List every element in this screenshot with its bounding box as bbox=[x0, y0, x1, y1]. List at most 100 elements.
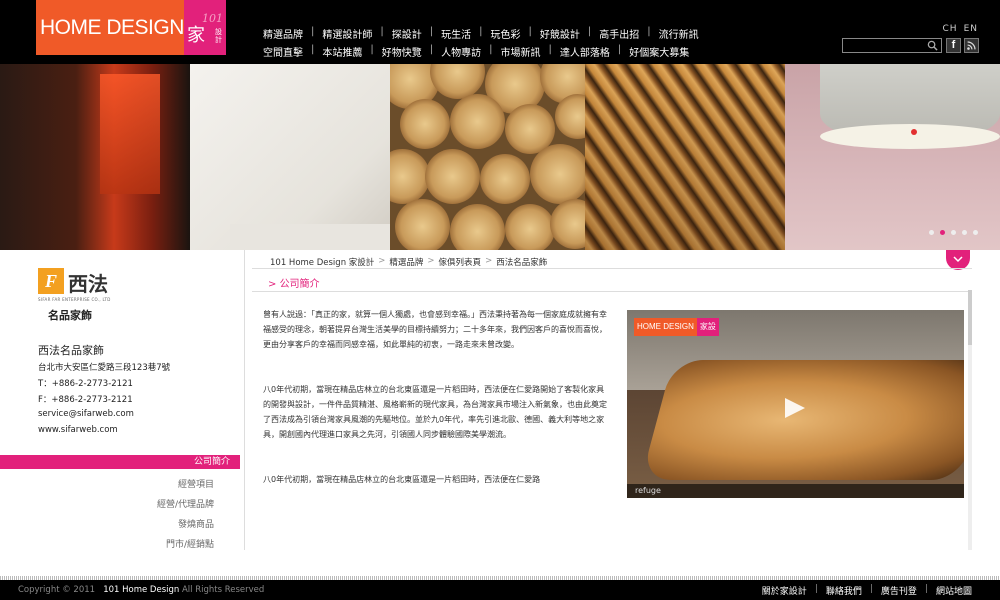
brand-sidebar: F 西法 SIFAR FAR ENTERPRISE CO., LTD 名品家飾 … bbox=[0, 250, 244, 580]
logo-text: HOME DESIGN bbox=[36, 0, 184, 55]
footer-link[interactable]: 網站地圖 bbox=[928, 584, 980, 597]
site-logo[interactable]: HOME DESIGN 101 家 設計 bbox=[36, 0, 226, 55]
nav-item-row1-4[interactable]: 玩色彩 bbox=[483, 26, 529, 41]
nav-item-row2-2[interactable]: 好物快覽 bbox=[374, 44, 430, 59]
scrollbar-thumb[interactable] bbox=[968, 290, 972, 345]
nav-item-row1-0[interactable]: 精選品牌 bbox=[255, 26, 311, 41]
nav-item-row2-1[interactable]: 本站推薦 bbox=[314, 44, 370, 59]
collapse-toggle[interactable] bbox=[946, 250, 970, 270]
banner-dot[interactable] bbox=[973, 230, 978, 235]
nav-item-row1-3[interactable]: 玩生活 bbox=[433, 26, 479, 41]
brand-logo-mark: F bbox=[38, 268, 64, 294]
main-nav-row-2: 空間直擊 | 本站推薦 | 好物快覽 | 人物專訪 | 市場新訊 | 達人部落格 | 好個案大募集 bbox=[255, 44, 697, 59]
footer-links: 關於家設計 | 聯絡我們 | 廣告刊登 | 網站地圖 bbox=[754, 584, 980, 597]
banner-pagination bbox=[929, 230, 978, 235]
nav-item-row2-5[interactable]: 達人部落格 bbox=[552, 44, 618, 59]
main-nav-row-1: 精選品牌 | 精選設計師 | 探設計 | 玩生活 | 玩色彩 | 好競設計 | 高手出招 | 流行新訊 bbox=[255, 26, 707, 41]
company-name: 西法名品家飾 bbox=[38, 344, 104, 357]
log-decor bbox=[450, 204, 505, 250]
language-switcher: CH EN bbox=[943, 24, 978, 34]
nav-item-row1-2[interactable]: 探設計 bbox=[384, 26, 430, 41]
video-logo-left: HOME DESIGN bbox=[634, 318, 697, 336]
log-decor bbox=[390, 149, 430, 204]
divider bbox=[252, 291, 972, 292]
hero-banner[interactable] bbox=[0, 64, 1000, 250]
nav-item-row1-5[interactable]: 好競設計 bbox=[532, 26, 588, 41]
banner-panel-lamp bbox=[785, 64, 1000, 250]
intro-paragraph-1: 曾有人說過：「真正的家，就算一個人獨處，也會感到幸福。」西法秉持著為每一個家庭成… bbox=[263, 310, 607, 349]
breadcrumb-item: 西法名品家飾 bbox=[496, 258, 548, 268]
breadcrumb-item[interactable]: 傢俱列表頁 bbox=[439, 256, 482, 268]
breadcrumb-item[interactable]: 精選品牌 bbox=[389, 256, 423, 268]
log-decor bbox=[395, 199, 450, 250]
nav-item-row2-0[interactable]: 空間直擊 bbox=[255, 44, 311, 59]
company-phone: T：+886-2-2773-2121 bbox=[38, 379, 133, 389]
play-icon[interactable] bbox=[785, 398, 805, 418]
video-player[interactable]: HOME DESIGN 家設 refuge bbox=[627, 310, 964, 498]
company-address: 台北市大安區仁愛路三段123巷7號 bbox=[38, 363, 171, 373]
breadcrumb: 101 Home Design 家設計 > 精選品牌 > 傢俱列表頁 > 西法名品家飾 bbox=[270, 256, 547, 268]
logo-number: 101 bbox=[202, 12, 223, 25]
section-title-marker: > bbox=[268, 279, 280, 290]
sidebar-divider bbox=[244, 250, 245, 550]
log-decor bbox=[505, 204, 555, 250]
nav-item-row1-6[interactable]: 高手出招 bbox=[591, 26, 647, 41]
chevron-down-icon bbox=[953, 256, 963, 263]
video-logo-right: 家設 bbox=[696, 318, 719, 336]
breadcrumb-separator: > bbox=[427, 256, 435, 266]
banner-panel-white-wall bbox=[190, 64, 410, 250]
brand-logo-subtitle: SIFAR FAR ENTERPRISE CO., LTD bbox=[38, 297, 111, 302]
nav-item-row2-4[interactable]: 市場新訊 bbox=[493, 44, 549, 59]
lang-ch[interactable]: CH bbox=[943, 24, 958, 34]
site-footer: Copyright © 2011 101 Home Design All Rig… bbox=[0, 576, 1000, 600]
company-email[interactable]: service@sifarweb.com bbox=[38, 409, 134, 419]
sidebar-item-about[interactable]: 公司簡介 bbox=[0, 455, 240, 469]
banner-dot[interactable] bbox=[929, 230, 934, 235]
logo-home: HOME bbox=[40, 16, 102, 39]
banner-panel-logs bbox=[390, 64, 585, 250]
divider bbox=[252, 268, 972, 269]
brand-tagline: 名品家飾 bbox=[48, 309, 92, 322]
sidebar-item-hot-products[interactable]: 發燒商品 bbox=[178, 517, 214, 530]
nav-item-row2-6[interactable]: 好個案大募集 bbox=[621, 44, 697, 59]
company-website[interactable]: www.sifarweb.com bbox=[38, 425, 118, 435]
sidebar-item-brands[interactable]: 經營/代理品牌 bbox=[157, 497, 214, 510]
brand-logo-cjk: 西法 bbox=[68, 272, 108, 296]
video-logo: HOME DESIGN 家設 bbox=[634, 318, 719, 336]
log-decor bbox=[550, 199, 585, 249]
sidebar-item-stores[interactable]: 門市/經銷點 bbox=[166, 537, 214, 550]
logo-design: DESIGN bbox=[106, 16, 184, 39]
banner-panel-bamboo bbox=[585, 64, 785, 250]
facebook-icon[interactable]: f bbox=[946, 38, 961, 53]
search-icon[interactable] bbox=[927, 40, 938, 51]
intro-paragraph-2: 八0年代初期，當現在精品店林立的台北東區還是一片稻田時，西法便在仁愛路開始了客製… bbox=[263, 385, 607, 439]
search-input[interactable] bbox=[842, 38, 942, 53]
content-scrollbar[interactable] bbox=[968, 290, 972, 550]
copyright-prefix: Copyright © 2011 bbox=[18, 585, 96, 595]
section-title-text: 公司簡介 bbox=[279, 279, 320, 290]
logo-mark: 101 家 設計 bbox=[184, 0, 226, 55]
breadcrumb-separator: > bbox=[485, 256, 493, 266]
video-caption: refuge bbox=[627, 484, 964, 498]
log-decor bbox=[450, 94, 505, 149]
banner-dot[interactable] bbox=[951, 230, 956, 235]
nav-item-row2-3[interactable]: 人物專訪 bbox=[433, 44, 489, 59]
sidebar-item-business[interactable]: 經營項目 bbox=[178, 477, 214, 490]
log-decor bbox=[480, 154, 530, 204]
lang-en[interactable]: EN bbox=[964, 24, 978, 34]
footer-link[interactable]: 聯絡我們 bbox=[818, 584, 870, 597]
copyright-suffix: All Rights Reserved bbox=[181, 585, 265, 595]
nav-item-row1-1[interactable]: 精選設計師 bbox=[314, 26, 380, 41]
rss-icon[interactable] bbox=[964, 38, 979, 53]
log-decor bbox=[425, 149, 480, 204]
brand-logo: F 西法 SIFAR FAR ENTERPRISE CO., LTD bbox=[38, 268, 124, 304]
banner-dot[interactable] bbox=[940, 230, 945, 235]
section-title: > 公司簡介 bbox=[268, 275, 320, 290]
logo-jia: 家 bbox=[187, 25, 205, 46]
footer-link[interactable]: 關於家設計 bbox=[754, 584, 815, 597]
banner-dot[interactable] bbox=[962, 230, 967, 235]
footer-link[interactable]: 廣告刊登 bbox=[873, 584, 925, 597]
nav-item-row1-7[interactable]: 流行新訊 bbox=[651, 26, 707, 41]
breadcrumb-item[interactable]: 101 Home Design 家設計 bbox=[270, 256, 374, 268]
copyright: Copyright © 2011 101 Home Design All Rig… bbox=[18, 585, 264, 595]
